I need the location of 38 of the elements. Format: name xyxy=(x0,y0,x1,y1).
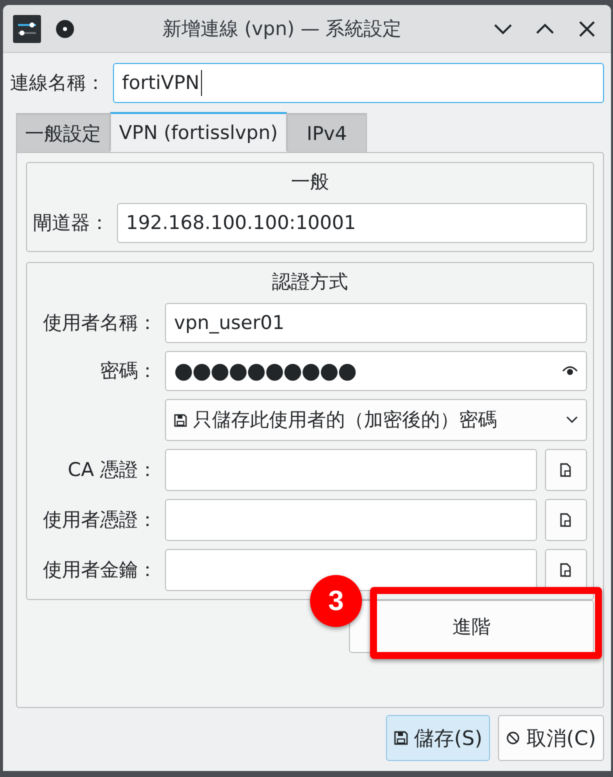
gateway-field[interactable]: 192.168.100.100:10001 xyxy=(117,203,587,243)
field-label: 密碼： xyxy=(99,359,157,384)
certificate-path-field[interactable] xyxy=(165,549,537,591)
cancel-icon xyxy=(506,731,520,745)
file-icon xyxy=(560,513,572,527)
certificate-path-field[interactable] xyxy=(165,449,537,491)
cancel-button[interactable]: 取消(C) xyxy=(498,715,604,761)
group-heading: 認證方式 xyxy=(272,270,348,295)
advanced-button[interactable]: 進階 xyxy=(349,600,594,653)
browse-file-button[interactable] xyxy=(545,449,587,491)
file-icon xyxy=(560,463,572,477)
certificate-path-field[interactable] xyxy=(165,499,537,541)
maximize-icon[interactable] xyxy=(535,22,555,34)
tab[interactable]: VPN (fortisslvpn) xyxy=(110,112,287,151)
field-label: 使用者憑證： xyxy=(42,508,157,533)
field-label: 使用者名稱： xyxy=(42,311,157,336)
browse-file-button[interactable] xyxy=(545,499,587,541)
minimize-icon[interactable] xyxy=(493,22,513,34)
settings-sliders-icon xyxy=(13,14,41,42)
field-label: CA 憑證： xyxy=(66,458,157,483)
pin-icon[interactable] xyxy=(55,18,75,38)
connection-name-field[interactable]: fortiVPN xyxy=(113,63,604,103)
dropdown-value: 只儲存此使用者的（加密後的）密碼 xyxy=(193,408,498,433)
file-icon xyxy=(560,563,572,577)
field-label: 連線名稱： xyxy=(10,71,105,96)
group-heading: 一般 xyxy=(291,170,329,195)
close-icon[interactable] xyxy=(578,20,596,38)
tab[interactable]: 一般設定 xyxy=(16,113,110,152)
eye-icon[interactable] xyxy=(562,365,578,377)
field-label: 使用者金鑰： xyxy=(42,558,157,583)
password-storage-dropdown[interactable]: 只儲存此使用者的（加密後的）密碼 xyxy=(165,399,587,441)
chevron-down-icon xyxy=(566,416,578,424)
tab[interactable]: IPv4 xyxy=(286,113,367,152)
save-button[interactable]: 儲存(S) xyxy=(386,715,490,761)
password-field[interactable]: ●●●●●●●●●● xyxy=(165,351,587,391)
field-label: 閘道器： xyxy=(33,211,109,236)
username-field[interactable]: vpn_user01 xyxy=(165,303,587,343)
window-title: 新增連線 (vpn) — 系統設定 xyxy=(161,16,403,42)
